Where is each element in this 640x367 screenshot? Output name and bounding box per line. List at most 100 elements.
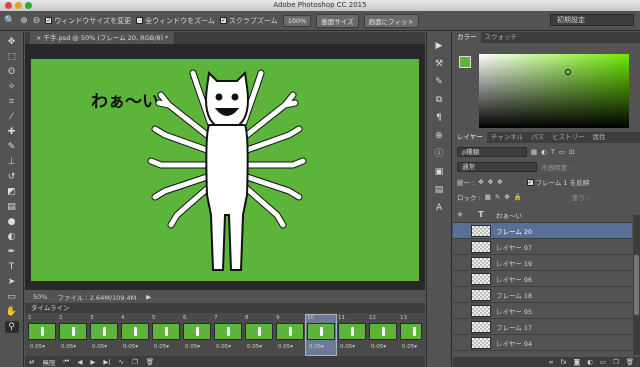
timeline-frame[interactable]: 9 0.05▾ [275, 315, 305, 355]
resize-windows-checkbox[interactable]: ✓ ウィンドウサイズを変更 [45, 16, 131, 26]
play-icon[interactable]: ▶ [90, 358, 95, 366]
tab-layers[interactable]: レイヤー [453, 132, 487, 143]
tab-channels[interactable]: チャンネル [487, 132, 527, 143]
foreground-color-swatch[interactable] [459, 56, 471, 68]
layer-row[interactable]: レイヤー 94 [453, 335, 632, 351]
delete-layer-icon[interactable]: 🗑 [626, 357, 634, 367]
next-frame-icon[interactable]: ▶| [103, 358, 110, 366]
timeline-frame[interactable]: 12 0.05▾ [368, 315, 398, 355]
workspace-select[interactable]: 初期設定 [550, 14, 634, 26]
filter-shape-icon[interactable]: ▭ [559, 148, 565, 156]
zoom-all-checkbox[interactable]: 全ウィンドウをズーム [136, 16, 215, 26]
timeline-frame[interactable]: 7 0.05▾ [213, 315, 243, 355]
zoom-in-icon[interactable]: ⊕ [20, 16, 28, 26]
stamp-tool-icon[interactable]: ⊥ [5, 156, 19, 168]
timeline-frame[interactable]: 3 0.05▾ [89, 315, 119, 355]
tab-history[interactable]: ヒストリー [548, 132, 589, 143]
eyedropper-tool-icon[interactable]: ⁄ [5, 111, 19, 123]
scrollbar-thumb[interactable] [634, 255, 639, 315]
eye-icon[interactable]: ◉ [453, 211, 467, 218]
crop-tool-icon[interactable]: ⌗ [5, 96, 19, 108]
layer-row[interactable]: フレーム 18 [453, 287, 632, 303]
type-tool-icon[interactable]: T [5, 261, 19, 273]
propagate-frame-checkbox[interactable]: ✓ フレーム 1 を反映 [526, 177, 589, 187]
blur-tool-icon[interactable]: ● [5, 216, 19, 228]
tool-presets-icon[interactable]: ⚒ [432, 58, 446, 70]
layers-scrollbar[interactable] [633, 215, 640, 355]
delete-frame-icon[interactable]: 🗑 [146, 358, 154, 366]
zoom-100-button[interactable]: 100% [282, 14, 312, 27]
info-icon[interactable]: ⓘ [432, 148, 446, 160]
status-menu-arrow-icon[interactable]: ▶ [146, 293, 151, 301]
shape-tool-icon[interactable]: ▭ [5, 291, 19, 303]
add-mask-icon[interactable]: ◙ [574, 357, 580, 367]
unify-style-icon[interactable]: ✥ [497, 178, 502, 186]
adjustment-layer-icon[interactable]: ◐ [587, 357, 593, 367]
layer-row[interactable]: レイヤー 95 [453, 303, 632, 319]
lock-transparent-icon[interactable]: ▦ [485, 193, 491, 201]
color-picker-handle[interactable] [565, 69, 571, 75]
zoom-out-icon[interactable]: ⊖ [33, 16, 41, 26]
convert-timeline-icon[interactable]: ⇄ [29, 358, 34, 366]
layer-row[interactable]: フレーム 17 [453, 319, 632, 335]
layer-row[interactable]: レイヤー 97 [453, 239, 632, 255]
layer-row-selected[interactable]: フレーム 20 [453, 223, 632, 239]
document-tab[interactable]: × 千手.psd @ 50% (フレーム 20, RGB/8) * [30, 32, 175, 44]
lock-position-icon[interactable]: ✥ [504, 193, 509, 201]
brush-presets-icon[interactable]: ✎ [432, 76, 446, 88]
layer-row[interactable]: レイヤー 19 [453, 255, 632, 271]
scrubby-zoom-checkbox[interactable]: ✓ スクラブズーム [219, 16, 278, 26]
adjustments-icon[interactable]: ⧉ [432, 94, 446, 106]
loop-select[interactable]: 無限 [42, 357, 55, 367]
clone-source-icon[interactable]: ⊕ [432, 130, 446, 142]
styles-icon[interactable]: ▣ [432, 166, 446, 178]
filter-type-icon[interactable]: T [551, 148, 555, 156]
filter-pixel-icon[interactable]: ▦ [531, 148, 537, 156]
timeline-frame[interactable]: 8 0.05▾ [244, 315, 274, 355]
timeline-frame[interactable]: 5 0.05▾ [151, 315, 181, 355]
duplicate-frame-icon[interactable]: ❐ [132, 358, 138, 366]
filter-smart-icon[interactable]: ⊡ [569, 148, 574, 156]
quick-select-tool-icon[interactable]: ✧ [5, 81, 19, 93]
maximize-window-button[interactable] [25, 2, 32, 9]
history-brush-icon[interactable]: ↺ [5, 171, 19, 183]
minimize-window-button[interactable] [15, 2, 22, 9]
layer-row[interactable]: ◉ T わぁ〜い [453, 207, 632, 223]
zoom-tool-icon[interactable]: 🔍 [4, 16, 15, 26]
marquee-tool-icon[interactable]: ⬚ [5, 51, 19, 63]
filter-adjust-icon[interactable]: ◐ [541, 148, 547, 156]
zoom-level[interactable]: 50% [33, 293, 47, 301]
unify-visibility-icon[interactable]: ✥ [488, 178, 493, 186]
close-tab-icon[interactable]: × [36, 34, 44, 42]
layer-style-icon[interactable]: fx [561, 357, 567, 367]
new-group-icon[interactable]: ▭ [600, 357, 606, 367]
timeline-frame[interactable]: 13 0.05▾ [399, 315, 423, 355]
zoom-tool-sidebar-icon[interactable]: ⚲ [4, 321, 19, 333]
color-picker-field[interactable] [479, 54, 629, 128]
unify-position-icon[interactable]: ✥ [478, 178, 483, 186]
path-select-tool-icon[interactable]: ➤ [5, 276, 19, 288]
gradient-tool-icon[interactable]: ▤ [5, 201, 19, 213]
lock-all-icon[interactable]: 🔒 [514, 193, 522, 201]
tab-color[interactable]: カラー [453, 32, 481, 43]
link-layers-icon[interactable]: ∞ [548, 357, 553, 367]
hand-tool-icon[interactable]: ✋ [5, 306, 19, 318]
timeline-frame[interactable]: 4 0.05▾ [120, 315, 150, 355]
lasso-tool-icon[interactable]: ʘ [5, 66, 19, 78]
notes-icon[interactable]: ▤ [432, 184, 446, 196]
timeline-frame[interactable]: 2 0.05▾ [58, 315, 88, 355]
dodge-tool-icon[interactable]: ◐ [5, 231, 19, 243]
close-window-button[interactable] [5, 2, 12, 9]
pen-tool-icon[interactable]: ✒ [5, 246, 19, 258]
first-frame-icon[interactable]: ⏮ [63, 357, 69, 366]
tab-swatches[interactable]: スウォッチ [481, 32, 522, 43]
layer-filter-select[interactable]: ρ種類 [457, 146, 527, 157]
play-action-icon[interactable]: ▶ [432, 40, 446, 52]
eraser-tool-icon[interactable]: ◩ [5, 186, 19, 198]
blend-mode-select[interactable]: 通常 [457, 161, 537, 172]
tab-paths[interactable]: パス [527, 132, 548, 143]
artboard[interactable]: わぁ〜い [31, 59, 419, 281]
timeline-frame[interactable]: 6 0.05▾ [182, 315, 212, 355]
move-tool-icon[interactable]: ✥ [5, 36, 19, 48]
timeline-frame[interactable]: 11 0.05▾ [337, 315, 367, 355]
